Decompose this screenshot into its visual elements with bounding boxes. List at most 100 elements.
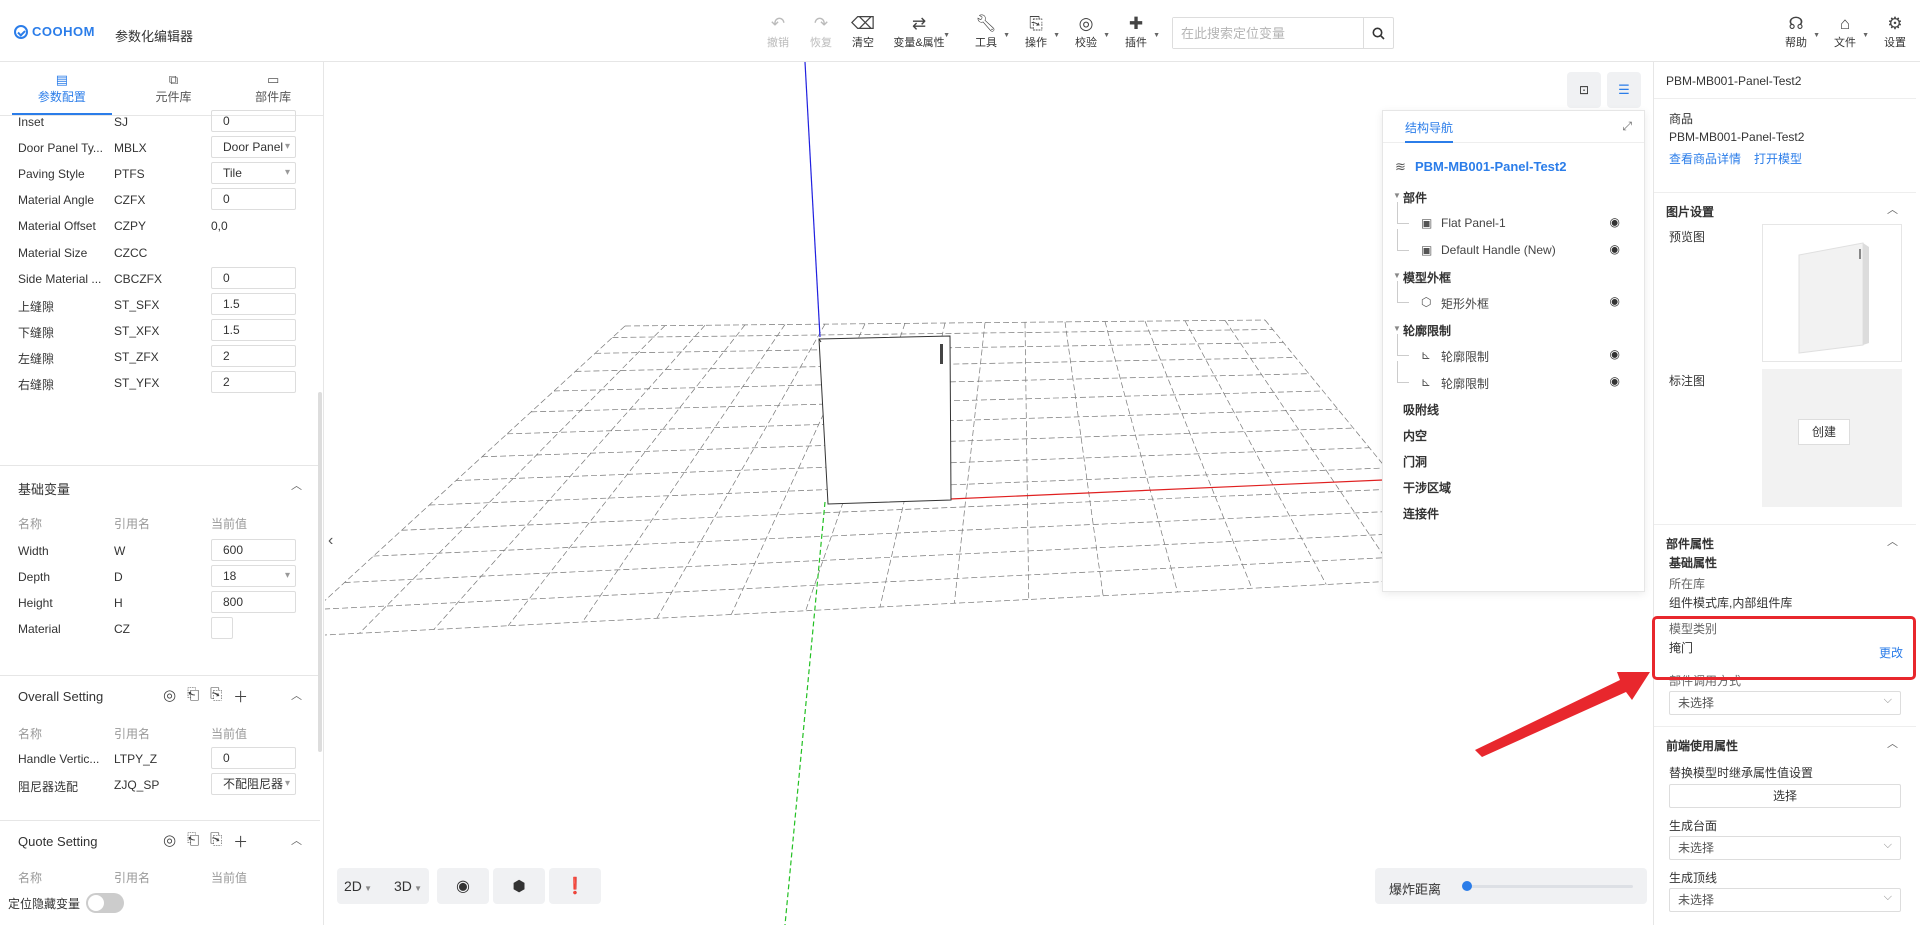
param-value-input[interactable]: 0 <box>211 747 296 769</box>
plugins-button[interactable]: ✚ 插件 ▼ <box>1116 14 1160 50</box>
view-icon[interactable]: ◎ <box>163 831 176 852</box>
nav-item[interactable]: 门洞 <box>1383 447 1644 473</box>
param-row: Material Offset CZPY 0,0 <box>0 212 320 240</box>
chevron-up-icon[interactable]: ︿ <box>291 832 302 848</box>
section-header[interactable]: 基础变量 ︿ <box>0 465 320 505</box>
nav-item[interactable]: ▼ 模型外框 <box>1383 263 1644 289</box>
search-input[interactable] <box>1173 18 1363 48</box>
param-value-input[interactable]: 800 <box>211 591 296 614</box>
param-value-input[interactable]: 0 <box>211 110 296 132</box>
brand-logo[interactable]: COOHOM <box>14 24 95 39</box>
help-button[interactable]: ☊ 帮助 ▼ <box>1776 14 1820 50</box>
hidden-vars-toggle[interactable] <box>86 893 125 913</box>
nav-item[interactable]: 吸附线 <box>1383 395 1644 421</box>
import-icon[interactable]: ⎗ <box>187 831 199 852</box>
nav-root[interactable]: ≋ PBM-MB001-Panel-Test2 <box>1383 153 1644 179</box>
eye-icon[interactable]: ◉ <box>1610 374 1620 388</box>
nav-item[interactable]: ⬡ 矩形外框 ◉ <box>1383 281 1644 315</box>
search-icon <box>1372 27 1385 40</box>
operate-button[interactable]: ⎘ 操作 ▼ <box>1016 14 1060 50</box>
file-button[interactable]: ⌂ 文件 ▼ <box>1825 14 1869 50</box>
nav-item[interactable]: ▼ 部件 <box>1383 183 1644 209</box>
explode-slider-track[interactable] <box>1463 885 1633 888</box>
verify-button[interactable]: ◎ 校验 ▼ <box>1066 14 1110 50</box>
variables-button[interactable]: ⇄ 变量&属性 ▼ <box>892 14 950 50</box>
view-3d-label: 3D <box>394 878 412 894</box>
export-icon[interactable]: ⎘ <box>210 831 222 852</box>
param-value-input[interactable]: 1.5 <box>211 292 296 315</box>
nav-item[interactable]: 连接件 <box>1383 499 1644 525</box>
param-value-input[interactable]: 600 <box>211 539 296 561</box>
collapse-left-icon[interactable]: ‹ <box>328 532 333 550</box>
eye-icon[interactable]: ◉ <box>1610 294 1620 308</box>
param-name: Inset <box>18 115 45 129</box>
settings-button[interactable]: ⚙ 设置 <box>1875 14 1915 50</box>
expand-icon[interactable]: ⤢ <box>1622 119 1632 134</box>
param-value-select[interactable]: 不配阻尼器 <box>211 773 296 796</box>
param-value-input[interactable]: 1.5 <box>211 318 296 341</box>
param-value-input[interactable]: 2 <box>211 344 296 367</box>
section-header[interactable]: Overall Setting ◎ ⎗ ⎘ ＋ ︿ <box>0 675 320 715</box>
clear-button[interactable]: ⌫ 清空 <box>843 14 883 50</box>
annotation-label: 标注图 <box>1669 374 1706 388</box>
nav-item[interactable]: 内空 <box>1383 421 1644 447</box>
visibility-button[interactable]: ◉ <box>437 868 489 904</box>
nav-item[interactable]: ▣ Flat Panel-1 ◉ <box>1383 202 1644 236</box>
view-3d-dropdown[interactable]: 3D ▼ <box>394 878 422 894</box>
nav-item[interactable]: ▼ 轮廓限制 <box>1383 316 1644 342</box>
chevron-up-icon[interactable]: ︿ <box>1887 735 1898 751</box>
add-icon[interactable]: ＋ <box>233 686 248 707</box>
section-header[interactable]: Quote Setting ◎ ⎗ ⎘ ＋ ︿ <box>0 820 320 860</box>
explode-slider-knob[interactable] <box>1462 881 1472 891</box>
add-icon[interactable]: ＋ <box>233 831 248 852</box>
chevron-up-icon[interactable]: ︿ <box>291 477 302 493</box>
topline-select[interactable]: 未选择 <box>1669 886 1901 912</box>
create-annotation-button[interactable]: 创建 <box>1798 419 1850 445</box>
param-value-input[interactable]: 0 <box>211 188 296 211</box>
param-value-input[interactable]: 0 <box>211 266 296 289</box>
param-value-select[interactable]: Tile <box>211 162 296 185</box>
param-scrollbar[interactable] <box>318 392 322 752</box>
view-icon[interactable]: ◎ <box>163 686 176 707</box>
undo-label: 撤销 <box>767 37 789 49</box>
caret-down-icon[interactable]: ▼ <box>1393 191 1401 200</box>
screenshot-button[interactable]: ⊡ <box>1567 72 1601 108</box>
param-value-text: 0,0 <box>211 219 228 234</box>
warning-button[interactable]: ❗ <box>549 868 601 904</box>
nav-item[interactable]: ▣ Default Handle (New) ◉ <box>1383 229 1644 263</box>
export-icon[interactable]: ⎘ <box>210 686 222 707</box>
redo-button[interactable]: ↷ 恢复 <box>801 14 841 50</box>
cube-view-button[interactable]: ⬢ <box>493 868 545 904</box>
chevron-up-icon[interactable]: ︿ <box>291 687 302 703</box>
param-value-input[interactable]: 2 <box>211 371 296 393</box>
caret-down-icon[interactable]: ▼ <box>1393 271 1401 280</box>
eye-icon[interactable]: ◉ <box>1610 347 1620 361</box>
search-button[interactable] <box>1363 18 1393 48</box>
nav-item[interactable]: 干涉区域 <box>1383 473 1644 499</box>
tools-button[interactable]: 🔧︎ 工具 ▼ <box>966 14 1010 50</box>
countertop-select[interactable]: 未选择 <box>1669 834 1901 860</box>
nav-item[interactable]: ⊾ 轮廓限制 ◉ <box>1383 361 1644 395</box>
caret-down-icon[interactable]: ▼ <box>1393 324 1401 333</box>
open-model-link[interactable]: 打开模型 <box>1754 150 1802 167</box>
door-panel-model[interactable] <box>818 335 952 505</box>
view-2d-label: 2D <box>343 878 362 894</box>
preview-image[interactable] <box>1762 224 1902 362</box>
param-name: Side Material ... <box>18 271 102 286</box>
view-2d-dropdown[interactable]: 2D ▼ <box>344 878 372 894</box>
call-mode-select[interactable]: 未选择 <box>1669 689 1901 715</box>
param-value-select[interactable]: Door Panel <box>211 136 296 159</box>
eye-icon[interactable]: ◉ <box>1610 215 1620 229</box>
nav-item[interactable]: ⊾ 轮廓限制 ◉ <box>1383 334 1644 368</box>
view-product-details-link[interactable]: 查看商品详情 <box>1669 150 1741 167</box>
material-swatch[interactable] <box>211 617 233 640</box>
param-value-select[interactable]: 18 <box>211 565 296 588</box>
chevron-up-icon[interactable]: ︿ <box>1887 201 1898 217</box>
undo-button[interactable]: ↶ 撤销 <box>758 14 798 50</box>
inherit-select-button[interactable]: 选择 <box>1669 784 1901 808</box>
structure-nav-button[interactable]: ☰ <box>1607 72 1641 108</box>
eye-icon[interactable]: ◉ <box>1610 242 1620 256</box>
import-icon[interactable]: ⎗ <box>187 686 199 707</box>
chevron-up-icon[interactable]: ︿ <box>1887 533 1898 549</box>
tab-structure-nav[interactable]: 结构导航 <box>1405 119 1454 143</box>
